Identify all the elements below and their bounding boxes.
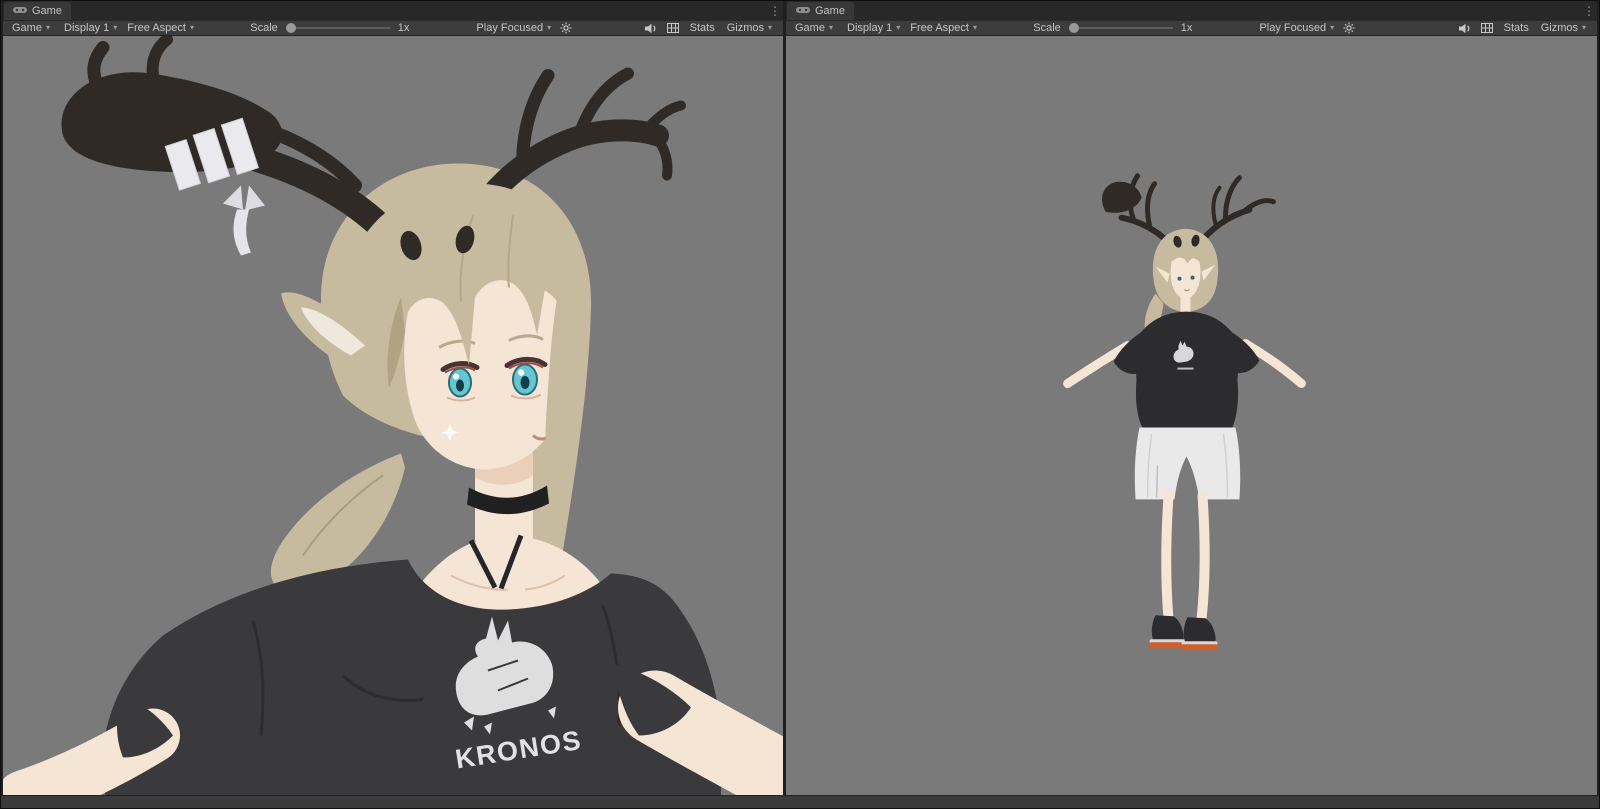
grid-icon[interactable] xyxy=(1477,23,1497,33)
game-viewport-fullbody[interactable] xyxy=(786,36,1597,795)
stats-button[interactable]: Stats xyxy=(685,22,720,34)
panel-menu-icon[interactable]: ⋮ xyxy=(767,3,783,19)
game-view-icon xyxy=(13,5,27,17)
scale-value: 1x xyxy=(397,22,410,34)
play-focused-dropdown[interactable]: Play Focused ▾ xyxy=(1254,21,1339,35)
play-focused-label: Play Focused xyxy=(476,22,544,34)
character-closeup-render: KRONOS xyxy=(3,36,783,795)
character-fullbody-render xyxy=(1063,173,1306,651)
shorts xyxy=(1134,427,1241,500)
play-focused-dropdown[interactable]: Play Focused ▾ xyxy=(471,21,556,35)
game-toolbar: Game ▾ Display 1 ▾ Free Aspect ▾ Scale 1… xyxy=(786,20,1597,36)
scale-slider-thumb[interactable] xyxy=(1068,23,1079,33)
game-view-panes: Game ⋮ Game ▾ Display 1 ▾ Free Aspect ▾ … xyxy=(1,1,1599,795)
game-panel-right: Game ⋮ Game ▾ Display 1 ▾ Free Aspect ▾ … xyxy=(786,1,1597,795)
scale-slider-thumb[interactable] xyxy=(285,23,296,33)
tab-game[interactable]: Game xyxy=(787,2,854,20)
game-toolbar: Game ▾ Display 1 ▾ Free Aspect ▾ Scale 1… xyxy=(3,20,783,36)
game-view-icon xyxy=(796,5,810,17)
chevron-down-icon: ▾ xyxy=(113,23,118,32)
display-dropdown[interactable]: Display 1 ▾ xyxy=(842,21,905,35)
chevron-down-icon: ▾ xyxy=(45,23,50,32)
play-focused-label: Play Focused xyxy=(1259,22,1327,34)
scale-label: Scale xyxy=(250,22,278,34)
chevron-down-icon: ▾ xyxy=(767,23,772,32)
stats-button[interactable]: Stats xyxy=(1499,22,1534,34)
gizmos-label: Gizmos xyxy=(1540,22,1578,34)
grid-icon[interactable] xyxy=(663,23,683,33)
chevron-down-icon: ▾ xyxy=(972,23,977,32)
chevron-down-icon: ▾ xyxy=(1581,23,1586,32)
gizmos-label: Gizmos xyxy=(726,22,764,34)
toolbar-right-cluster: Stats Gizmos ▾ xyxy=(1454,22,1593,34)
game-mode-label: Game xyxy=(12,22,42,34)
aspect-ratio-dropdown[interactable]: Free Aspect ▾ xyxy=(122,21,240,35)
ribbon xyxy=(223,185,265,256)
aspect-label: Free Aspect xyxy=(127,22,186,34)
tab-game[interactable]: Game xyxy=(4,2,71,20)
display-label: Display 1 xyxy=(847,22,893,34)
panel-menu-icon[interactable]: ⋮ xyxy=(1581,3,1597,19)
face xyxy=(1169,234,1202,300)
game-mode-label: Game xyxy=(795,22,825,34)
scale-label: Scale xyxy=(1033,22,1061,34)
gizmos-dropdown[interactable]: Gizmos ▾ xyxy=(1536,22,1591,34)
scale-slider[interactable] xyxy=(1068,23,1173,33)
game-mode-dropdown[interactable]: Game ▾ xyxy=(790,21,842,35)
sun-icon[interactable] xyxy=(556,21,576,35)
legs xyxy=(1161,490,1210,625)
chevron-down-icon: ▾ xyxy=(896,23,901,32)
game-viewport-closeup[interactable]: KRONOS xyxy=(3,36,783,795)
mute-audio-icon[interactable] xyxy=(1454,23,1475,34)
game-mode-dropdown[interactable]: Game ▾ xyxy=(7,21,59,35)
tshirt xyxy=(1113,311,1260,430)
antlers xyxy=(61,36,686,264)
aspect-label: Free Aspect xyxy=(910,22,969,34)
status-bar xyxy=(1,795,1599,808)
chevron-down-icon: ▾ xyxy=(189,23,194,32)
tab-bar: Game ⋮ xyxy=(786,1,1597,20)
tab-label: Game xyxy=(815,5,845,17)
chevron-down-icon: ▾ xyxy=(1330,23,1335,32)
chevron-down-icon: ▾ xyxy=(547,23,552,32)
toolbar-right-cluster: Stats Gizmos ▾ xyxy=(640,22,779,34)
display-dropdown[interactable]: Display 1 ▾ xyxy=(59,21,122,35)
chevron-down-icon: ▾ xyxy=(828,23,833,32)
aspect-ratio-dropdown[interactable]: Free Aspect ▾ xyxy=(905,21,1023,35)
scale-value: 1x xyxy=(1180,22,1193,34)
mute-audio-icon[interactable] xyxy=(640,23,661,34)
neck-chest xyxy=(421,450,603,621)
sneakers xyxy=(1148,615,1219,651)
tab-bar: Game ⋮ xyxy=(3,1,783,20)
kronos-logo-small-text xyxy=(1177,367,1194,370)
tab-label: Game xyxy=(32,5,62,17)
scale-slider[interactable] xyxy=(285,23,390,33)
game-panel-left: Game ⋮ Game ▾ Display 1 ▾ Free Aspect ▾ … xyxy=(3,1,783,795)
gizmos-dropdown[interactable]: Gizmos ▾ xyxy=(722,22,777,34)
unity-editor-window: Game ⋮ Game ▾ Display 1 ▾ Free Aspect ▾ … xyxy=(0,0,1600,809)
display-label: Display 1 xyxy=(64,22,110,34)
sun-icon[interactable] xyxy=(1339,21,1359,35)
